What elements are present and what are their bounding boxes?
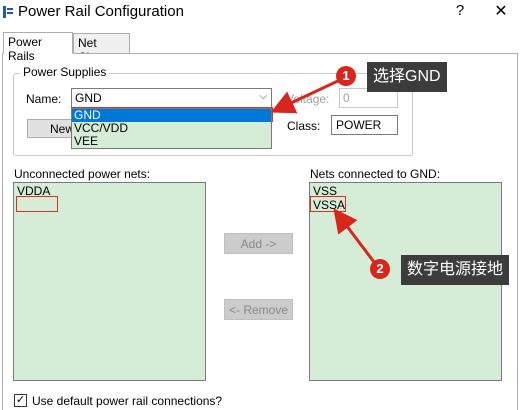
arrow-2 <box>333 208 376 263</box>
arrow-1 <box>270 78 341 114</box>
callout-number-2: 2 <box>370 259 390 279</box>
callout-text-1: 选择GND <box>367 62 447 92</box>
callout-number-1: 1 <box>336 66 356 86</box>
callout-text-2: 数字电源接地 <box>401 255 510 285</box>
